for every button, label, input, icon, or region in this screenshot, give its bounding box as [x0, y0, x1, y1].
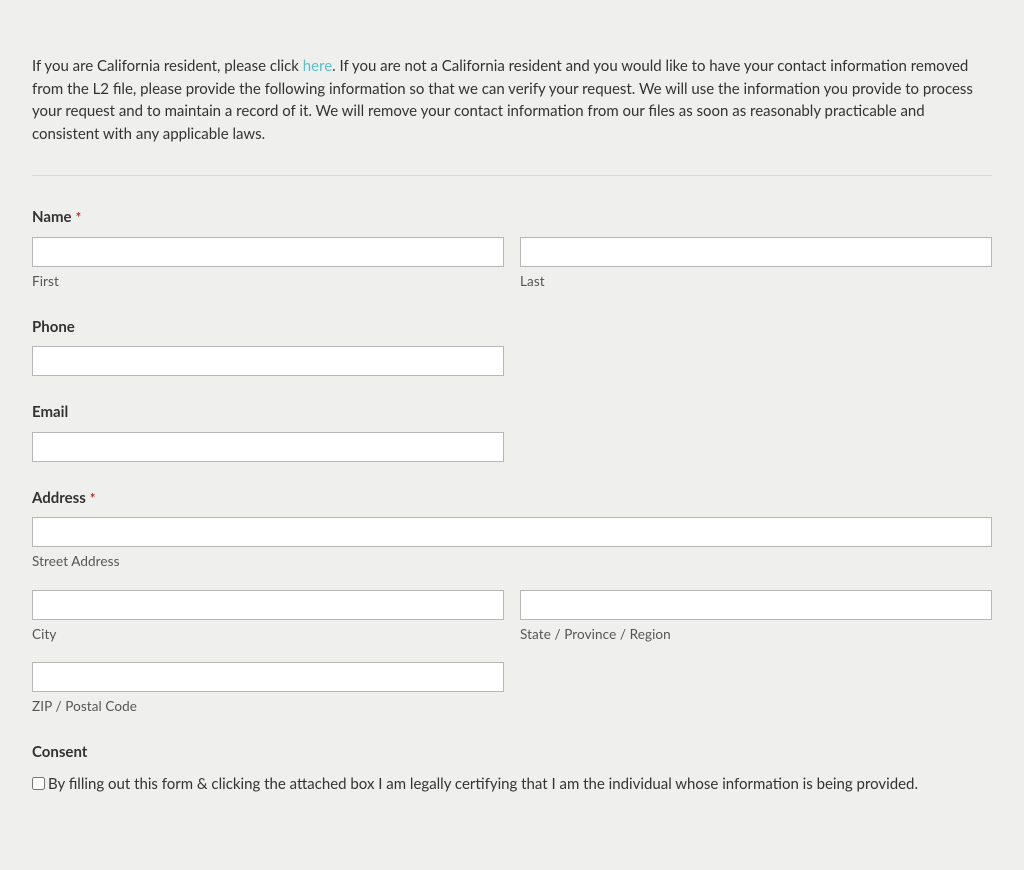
- city-sublabel: City: [32, 624, 504, 644]
- email-row: Email: [32, 401, 992, 462]
- name-label-text: Name: [32, 208, 72, 226]
- zip-input[interactable]: [32, 662, 504, 692]
- intro-paragraph: If you are California resident, please c…: [32, 55, 992, 145]
- first-name-sublabel: First: [32, 271, 504, 291]
- consent-row: Consent By filling out this form & click…: [32, 741, 992, 795]
- address-label-text: Address: [32, 489, 86, 507]
- intro-before-link: If you are California resident, please c…: [32, 57, 303, 75]
- name-label: Name*: [32, 206, 992, 229]
- required-star: *: [90, 490, 96, 506]
- last-name-sublabel: Last: [520, 271, 992, 291]
- region-input[interactable]: [520, 590, 992, 620]
- region-sublabel: State / Province / Region: [520, 624, 992, 644]
- divider: [32, 175, 992, 176]
- phone-input[interactable]: [32, 346, 504, 376]
- email-label: Email: [32, 401, 992, 424]
- zip-sublabel: ZIP / Postal Code: [32, 696, 504, 716]
- first-name-input[interactable]: [32, 237, 504, 267]
- consent-label: Consent: [32, 741, 992, 764]
- street-address-input[interactable]: [32, 517, 992, 547]
- required-star: *: [76, 209, 82, 225]
- address-row: Address* Street Address City State / Pro…: [32, 487, 992, 716]
- phone-row: Phone: [32, 316, 992, 377]
- address-label: Address*: [32, 487, 992, 510]
- phone-label: Phone: [32, 316, 992, 339]
- california-link[interactable]: here: [303, 57, 332, 75]
- name-row: Name* First Last: [32, 206, 992, 291]
- consent-text: By filling out this form & clicking the …: [48, 774, 918, 792]
- city-input[interactable]: [32, 590, 504, 620]
- street-address-sublabel: Street Address: [32, 551, 992, 571]
- consent-checkbox[interactable]: [32, 777, 45, 790]
- last-name-input[interactable]: [520, 237, 992, 267]
- email-input[interactable]: [32, 432, 504, 462]
